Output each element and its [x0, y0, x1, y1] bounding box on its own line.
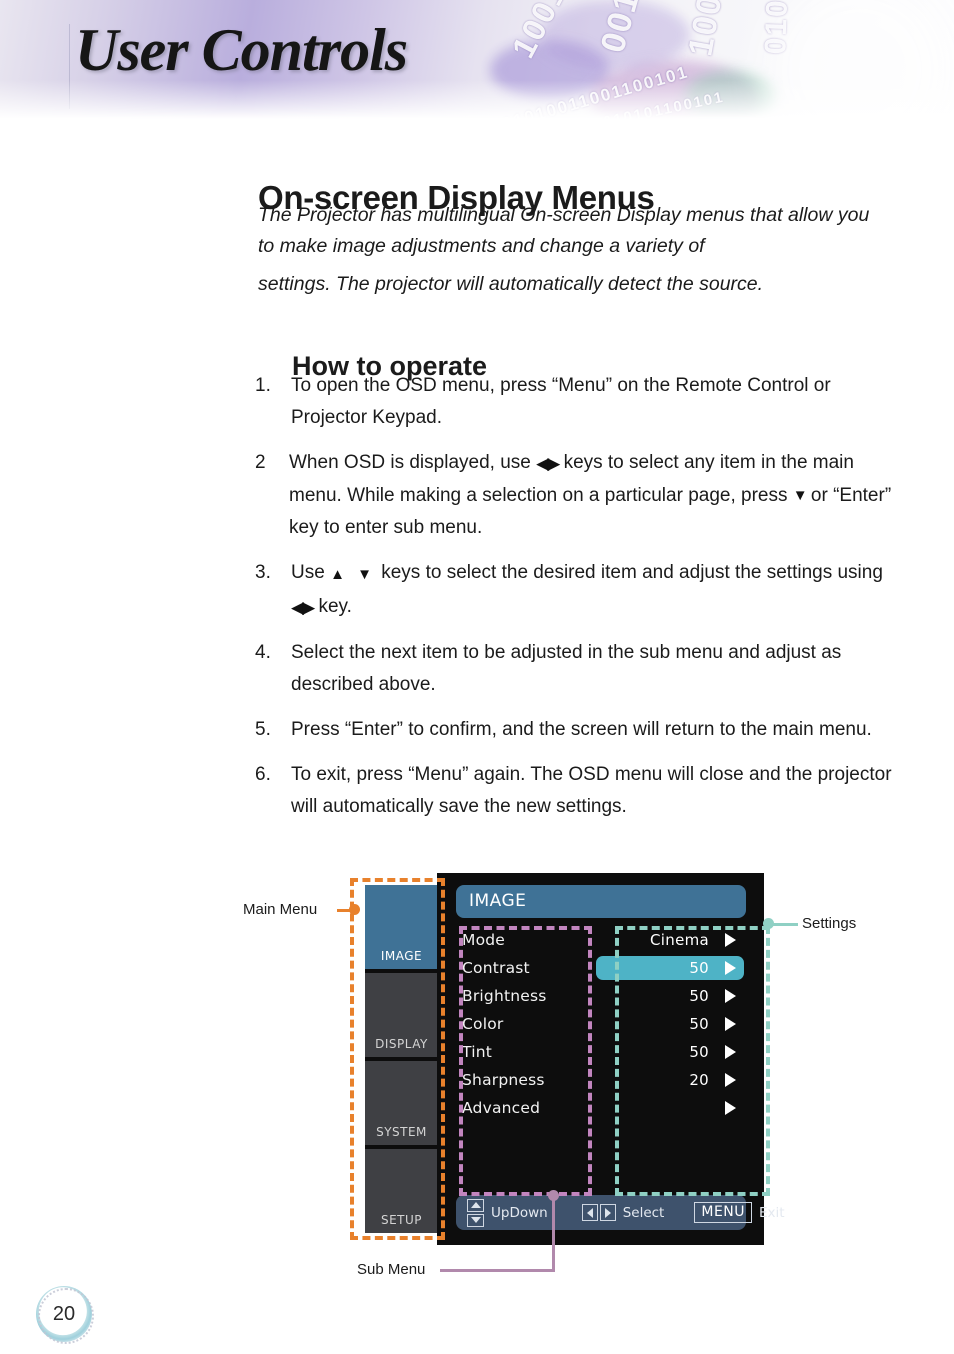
- step-number: 1.: [255, 375, 271, 396]
- updown-label: UpDown: [491, 1204, 548, 1221]
- list-item: 1. To open the OSD menu, press “Menu” on…: [255, 370, 905, 434]
- list-item: 2 When OSD is displayed, use ◀▶ keys to …: [255, 447, 905, 544]
- step-text: To open the OSD menu, press “Menu” on th…: [291, 375, 831, 428]
- banner-bottom-fade: [0, 80, 954, 122]
- down-arrow-icon: ▼: [792, 487, 808, 504]
- osd-title-bar: IMAGE: [456, 885, 746, 918]
- step-text-a: Use: [291, 562, 325, 583]
- page-header-banner: 1001 0010 1001 0101 101010011001100101 1…: [0, 0, 954, 122]
- callout-box-main-menu: [350, 878, 445, 1240]
- page-number: 20: [43, 1293, 85, 1335]
- select-label: Select: [622, 1204, 665, 1221]
- page-title: User Controls: [75, 17, 408, 83]
- step-text: Press “Enter” to confirm, and the screen…: [291, 719, 872, 740]
- osd-diagram: IMAGE DISPLAY SYSTEM SETUP IMAGE Mode Ci…: [0, 740, 954, 1278]
- osd-status-bar: UpDown Select MENU Exit: [456, 1195, 785, 1230]
- left-right-arrow-icon: ◀▶: [291, 598, 315, 617]
- up-down-key-icon: [467, 1198, 484, 1227]
- callout-box-settings: [615, 926, 770, 1196]
- intro-paragraph: The Projector has multilingual On-screen…: [258, 200, 878, 300]
- up-down-arrow-icon: ▲ ▼: [330, 566, 376, 583]
- step-number: 4.: [255, 642, 271, 663]
- updown-hint: UpDown: [467, 1198, 548, 1227]
- step-text-a: When OSD is displayed, use: [289, 452, 531, 473]
- step-text: Select the next item to be adjusted in t…: [291, 642, 842, 695]
- list-item: 3. Use ▲ ▼ keys to select the desired it…: [255, 557, 905, 624]
- page-number-badge: 20: [36, 1286, 94, 1344]
- intro-line-1: The Projector has multilingual On-screen…: [258, 204, 783, 226]
- annotation-label-main-menu: Main Menu: [243, 901, 318, 918]
- step-number: 2: [255, 452, 266, 473]
- step-text-b: keys to select the desired item and adju…: [381, 562, 883, 583]
- exit-label: Exit: [759, 1204, 785, 1221]
- step-text-c: key.: [318, 596, 352, 617]
- left-right-arrow-icon: ◀▶: [536, 454, 560, 473]
- menu-key-icon: MENU: [694, 1202, 753, 1223]
- select-hint: Select: [581, 1204, 665, 1221]
- annotation-label-settings: Settings: [802, 915, 857, 932]
- step-number: 3.: [255, 562, 271, 583]
- intro-line-3: settings. The projector will automatical…: [258, 273, 764, 295]
- annotation-label-sub-menu: Sub Menu: [357, 1261, 426, 1278]
- callout-box-sub-menu: [459, 926, 592, 1196]
- list-item: 4. Select the next item to be adjusted i…: [255, 637, 905, 701]
- exit-hint: MENU Exit: [694, 1202, 785, 1223]
- left-right-key-icon: [581, 1204, 616, 1221]
